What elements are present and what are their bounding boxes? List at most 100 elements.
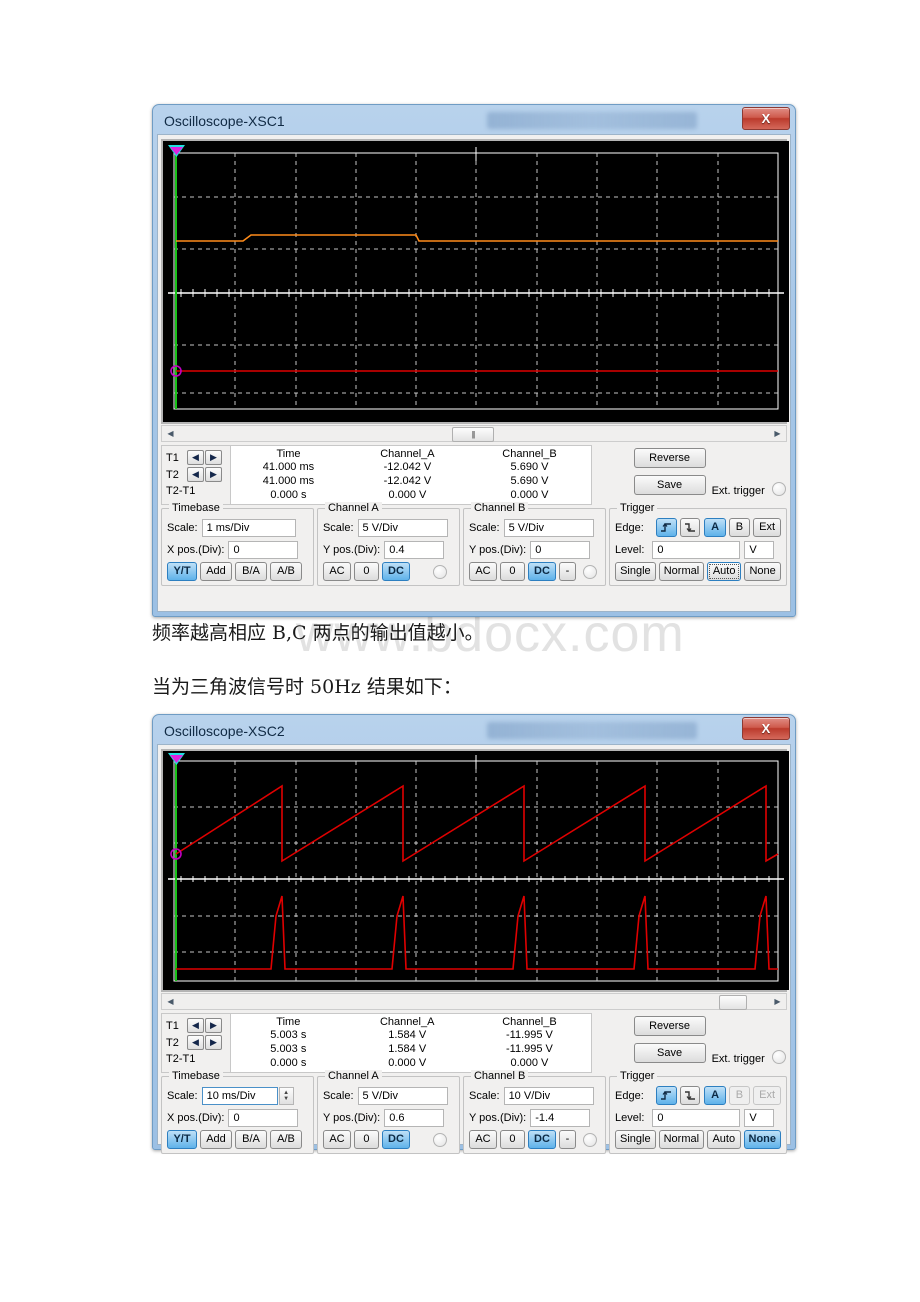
channel-b-ypos-input[interactable]: 0 — [530, 540, 591, 559]
scroll-thumb[interactable]: ||| — [452, 427, 494, 442]
channel-b-coupling-gnd-button[interactable]: 0 — [499, 562, 525, 581]
channel-b-invert-button[interactable]: - — [558, 562, 576, 581]
horizontal-scrollbar-xsc1[interactable]: ◀ ||| ▶ — [161, 425, 787, 442]
trigger-mode-none-button[interactable]: None — [744, 562, 782, 581]
scroll-right-arrow-icon[interactable]: ▶ — [770, 426, 785, 441]
cursor-t2-right-button[interactable]: ▶ — [205, 1035, 222, 1050]
trigger-source-a-button[interactable]: A — [704, 1086, 726, 1105]
reverse-button[interactable]: Reverse — [633, 1016, 706, 1036]
cursor-t2-left-button[interactable]: ◀ — [187, 467, 204, 482]
measurement-table-xsc1: Time Channel_A Channel_B 41.000 ms -12.0… — [229, 445, 592, 505]
channel-a-coupling-gnd-button[interactable]: 0 — [353, 562, 379, 581]
close-icon[interactable]: X — [742, 717, 790, 740]
channel-b-terminal-icon[interactable] — [582, 564, 597, 579]
channel-b-coupling-ac-button[interactable]: AC — [468, 1130, 497, 1149]
channel-a-coupling-dc-button[interactable]: DC — [381, 1130, 410, 1149]
titlebar-xsc2[interactable]: Oscilloscope-XSC2 X — [157, 717, 791, 744]
channel-b-ypos-input[interactable]: -1.4 — [530, 1108, 591, 1127]
channel-b-coupling-ac-button[interactable]: AC — [468, 562, 497, 581]
timebase-mode-add-button[interactable]: Add — [200, 562, 232, 581]
trigger-mode-normal-button[interactable]: Normal — [658, 562, 705, 581]
channel-a-coupling-ac-button[interactable]: AC — [322, 1130, 351, 1149]
timebase-scale-stepper[interactable]: ▲ ▼ — [278, 1086, 294, 1105]
titlebar-xsc1[interactable]: Oscilloscope-XSC1 X — [157, 107, 791, 134]
channel-b-coupling-gnd-button[interactable]: 0 — [499, 1130, 525, 1149]
trigger-mode-single-button[interactable]: Single — [615, 562, 656, 581]
channel-b-scale-input[interactable]: 5 V/Div — [503, 518, 594, 537]
trigger-level-input[interactable]: 0 — [652, 540, 741, 559]
channel-a-scale-input[interactable]: 5 V/Div — [357, 1086, 448, 1105]
channel-a-scale-input[interactable]: 5 V/Div — [357, 518, 448, 537]
header-channel-a: Channel_A — [379, 1016, 435, 1028]
trigger-mode-none-button[interactable]: None — [743, 1130, 782, 1149]
trigger-source-a-button[interactable]: A — [704, 518, 726, 537]
horizontal-scrollbar-xsc2[interactable]: ◀ ▶ — [161, 993, 787, 1010]
channel-a-ypos-input[interactable]: 0.4 — [384, 540, 445, 559]
timebase-mode-yt-button[interactable]: Y/T — [167, 1130, 197, 1149]
timebase-group-xsc1: Timebase Scale: 1 ms/Div X pos.(Div): 0 … — [161, 502, 314, 586]
stepper-down-icon[interactable]: ▼ — [283, 1096, 289, 1102]
falling-edge-icon[interactable] — [679, 518, 701, 537]
cursor-t1-right-button[interactable]: ▶ — [205, 450, 222, 465]
channel-b-coupling-dc-button[interactable]: DC — [527, 1130, 556, 1149]
channel-b-coupling-dc-button[interactable]: DC — [527, 562, 556, 581]
trigger-source-ext-button[interactable]: Ext — [753, 518, 782, 537]
trigger-level-unit: V — [744, 1108, 775, 1127]
trigger-mode-auto-button[interactable]: Auto — [707, 562, 742, 581]
delta-channel-a-value: 0.000 V — [388, 489, 427, 501]
timebase-mode-ab-button[interactable]: A/B — [270, 562, 302, 581]
trigger-mode-single-button[interactable]: Single — [615, 1130, 656, 1149]
timebase-mode-ab-button[interactable]: A/B — [270, 1130, 302, 1149]
timebase-mode-yt-button[interactable]: Y/T — [167, 562, 197, 581]
trigger-level-input[interactable]: 0 — [652, 1108, 741, 1127]
oscilloscope-window-xsc1[interactable]: Oscilloscope-XSC1 X ◀ ||| ▶ T1 ◀ ▶ T2 ◀ … — [152, 104, 796, 617]
save-button[interactable]: Save — [633, 475, 706, 495]
trigger-mode-auto-button[interactable]: Auto — [707, 1130, 741, 1149]
rising-edge-icon[interactable] — [655, 1086, 677, 1105]
scroll-thumb[interactable] — [719, 995, 747, 1010]
close-icon[interactable]: X — [742, 107, 790, 130]
channel-a-coupling-gnd-button[interactable]: 0 — [353, 1130, 379, 1149]
cursor-t2-right-button[interactable]: ▶ — [205, 467, 222, 482]
timebase-scale-input[interactable]: 1 ms/Div — [201, 518, 296, 537]
channel-b-invert-button[interactable]: - — [558, 1130, 576, 1149]
t2-channel-a-value: -12.042 V — [383, 475, 432, 487]
timebase-xpos-input[interactable]: 0 — [228, 1108, 299, 1127]
cursor-t1-left-button[interactable]: ◀ — [187, 450, 204, 465]
rising-edge-icon[interactable] — [655, 518, 677, 537]
cursor-t1-label: T1 — [166, 451, 179, 464]
cursor-t1-right-button[interactable]: ▶ — [205, 1018, 222, 1033]
cursor-t1-left-button[interactable]: ◀ — [187, 1018, 204, 1033]
scroll-left-arrow-icon[interactable]: ◀ — [163, 994, 178, 1009]
waveform-display-xsc2[interactable] — [161, 749, 789, 992]
channel-a-coupling-ac-button[interactable]: AC — [322, 562, 351, 581]
timebase-mode-ba-button[interactable]: B/A — [235, 562, 267, 581]
timebase-scale-input[interactable]: 10 ms/Div — [201, 1086, 278, 1105]
timebase-mode-add-button[interactable]: Add — [200, 1130, 232, 1149]
scroll-left-arrow-icon[interactable]: ◀ — [163, 426, 178, 441]
side-buttons-xsc1: Reverse Save Ext. trigger — [592, 445, 787, 505]
timebase-mode-ba-button[interactable]: B/A — [235, 1130, 267, 1149]
channel-a-ypos-input[interactable]: 0.6 — [384, 1108, 445, 1127]
falling-edge-icon[interactable] — [679, 1086, 701, 1105]
reverse-button[interactable]: Reverse — [633, 448, 706, 468]
channel-b-scale-input[interactable]: 10 V/Div — [503, 1086, 594, 1105]
channel-a-terminal-icon[interactable] — [432, 564, 447, 579]
channel-b-terminal-icon[interactable] — [582, 1132, 597, 1147]
channel-a-coupling-dc-button[interactable]: DC — [381, 562, 410, 581]
channel-a-terminal-icon[interactable] — [432, 1132, 447, 1147]
ext-trigger-terminal-icon[interactable] — [771, 1050, 786, 1064]
cursor-t1-row: T1 ◀ ▶ — [166, 1017, 228, 1034]
timebase-scale-label: Scale: — [167, 1089, 198, 1102]
save-button[interactable]: Save — [633, 1043, 706, 1063]
trigger-source-b-button[interactable]: B — [728, 518, 751, 537]
cursor-t2-left-button[interactable]: ◀ — [187, 1035, 204, 1050]
timebase-xpos-input[interactable]: 0 — [228, 540, 299, 559]
oscilloscope-window-xsc2[interactable]: Oscilloscope-XSC2 X ◀ ▶ T1 ◀ ▶ T2 ◀ ▶ T2… — [152, 714, 796, 1154]
channel-b-title: Channel B — [470, 1070, 529, 1082]
ext-trigger-terminal-icon[interactable] — [771, 482, 786, 496]
trigger-mode-normal-button[interactable]: Normal — [658, 1130, 705, 1149]
paragraph-2: 当为三角波信号时 50Hz 结果如下： — [152, 676, 462, 698]
scroll-right-arrow-icon[interactable]: ▶ — [770, 994, 785, 1009]
waveform-display-xsc1[interactable] — [161, 139, 789, 424]
